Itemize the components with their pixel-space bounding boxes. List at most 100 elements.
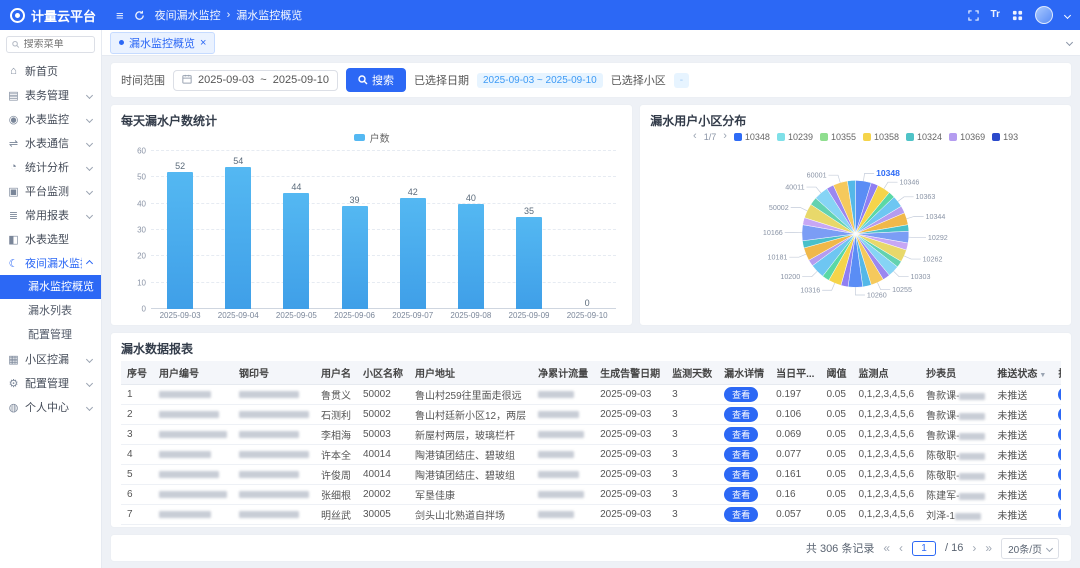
end-date-value[interactable]: 2025-09-10 bbox=[273, 74, 329, 86]
last-page-button[interactable]: » bbox=[985, 541, 992, 555]
bar-plot: 0102030405060525444394240350 bbox=[151, 151, 616, 309]
x-axis-label: 2025-09-05 bbox=[267, 311, 325, 320]
table-scroll-area[interactable]: 序号用户编号钢印号用户名小区名称用户地址净累计流量生成告警日期监测天数漏水详情当… bbox=[121, 361, 1061, 527]
table-row: 5许俊周40014陶港镇团结庄、碧玻组2025-09-033查看0.1610.0… bbox=[121, 465, 1061, 485]
legend-item-10324[interactable]: 10324 bbox=[906, 132, 942, 142]
sidebar-item-6[interactable]: ≣常用报表 bbox=[0, 203, 101, 227]
legend-prev-icon[interactable]: ‹ bbox=[693, 131, 697, 142]
view-detail-button[interactable]: 查看 bbox=[724, 387, 758, 402]
sidebar-item-10[interactable]: ⚙配置管理 bbox=[0, 371, 101, 395]
view-detail-button[interactable]: 查看 bbox=[724, 467, 758, 482]
bar-2025-09-07[interactable]: 42 bbox=[384, 151, 442, 309]
next-page-button[interactable]: › bbox=[972, 541, 976, 555]
sidebar-item-11[interactable]: ◍个人中心 bbox=[0, 395, 101, 419]
view-detail-button[interactable]: 查看 bbox=[724, 507, 758, 522]
pie-callout-label: 10166 bbox=[763, 229, 783, 237]
sidebar-item-7[interactable]: ◧水表选型 bbox=[0, 227, 101, 251]
filter-icon[interactable]: ▼ bbox=[1039, 372, 1046, 379]
date-range-picker[interactable]: 2025-09-03 ~ 2025-09-10 bbox=[173, 70, 338, 91]
redacted-text bbox=[538, 471, 579, 478]
legend-next-icon[interactable]: › bbox=[723, 131, 727, 142]
bar-2025-09-04[interactable]: 54 bbox=[209, 151, 267, 309]
page-size-select[interactable]: 20条/页 bbox=[1001, 538, 1059, 559]
legend-item-10369[interactable]: 10369 bbox=[949, 132, 985, 142]
bar-2025-09-05[interactable]: 44 bbox=[267, 151, 325, 309]
prev-page-button[interactable]: ‹ bbox=[899, 541, 903, 555]
redacted-text bbox=[959, 453, 985, 460]
legend-item-10358[interactable]: 10358 bbox=[863, 132, 899, 142]
sidebar-search-input[interactable] bbox=[24, 39, 89, 50]
sidebar-item-0[interactable]: ⌂新首页 bbox=[0, 59, 101, 83]
sidebar-item-5[interactable]: ▣平台监测 bbox=[0, 179, 101, 203]
view-detail-button[interactable]: 查看 bbox=[724, 447, 758, 462]
chevron-up-icon bbox=[86, 259, 93, 266]
selected-date-badge[interactable]: 2025-09-03 ~ 2025-09-10 bbox=[477, 73, 603, 88]
leak-report-table-panel: 漏水数据报表 序号用户编号钢印号用户名小区名称用户地址净累计流量生成告警日期监测… bbox=[110, 332, 1072, 528]
legend-item-10239[interactable]: 10239 bbox=[777, 132, 813, 142]
selected-community-badge[interactable]: - bbox=[674, 73, 689, 88]
sidebar-item-4[interactable]: ◔统计分析 bbox=[0, 155, 101, 179]
sidebar-item-2[interactable]: ◉水表监控 bbox=[0, 107, 101, 131]
sidebar-subitem-0[interactable]: 漏水监控概览 bbox=[0, 275, 101, 299]
bar-2025-09-10[interactable]: 0 bbox=[558, 151, 616, 309]
bar-chart-legend[interactable]: 户数 bbox=[121, 130, 622, 145]
view-detail-button[interactable]: 查看 bbox=[724, 487, 758, 502]
pie-callout-label: 60001 bbox=[807, 172, 827, 180]
search-button[interactable]: 搜索 bbox=[346, 68, 406, 92]
first-page-button[interactable]: « bbox=[883, 541, 890, 555]
view-detail-button[interactable]: 查看 bbox=[724, 427, 758, 442]
daily-water-curve-button[interactable]: 日用水曲线 bbox=[1058, 487, 1061, 502]
settings-icon: ⚙ bbox=[7, 377, 20, 390]
bar-2025-09-06[interactable]: 39 bbox=[325, 151, 383, 309]
bar-x-axis-labels: 2025-09-032025-09-042025-09-052025-09-06… bbox=[151, 311, 616, 320]
table-row: 2石测利50002鲁山村廷新小区12，两层2025-09-033查看0.1060… bbox=[121, 405, 1061, 425]
redacted-text bbox=[959, 413, 985, 420]
column-header-4: 小区名称 bbox=[357, 361, 409, 385]
avatar[interactable] bbox=[1035, 6, 1053, 24]
daily-water-curve-button[interactable]: 日用水曲线 bbox=[1058, 467, 1061, 482]
apps-grid-icon[interactable] bbox=[1012, 10, 1023, 21]
tab-close-icon[interactable]: × bbox=[200, 37, 206, 49]
daily-water-curve-button[interactable]: 日用水曲线 bbox=[1058, 447, 1061, 462]
tab-leak-overview[interactable]: 漏水监控概览 × bbox=[110, 32, 215, 54]
bar-2025-09-08[interactable]: 40 bbox=[442, 151, 500, 309]
fullscreen-icon[interactable] bbox=[968, 10, 979, 21]
column-header-2: 钢印号 bbox=[233, 361, 315, 385]
column-header-6: 净累计流量 bbox=[532, 361, 594, 385]
charts-row: 每天漏水户数统计 户数 0102030405060525444394240350… bbox=[110, 104, 1072, 326]
legend-item-193[interactable]: 193 bbox=[992, 132, 1018, 142]
sidebar-item-8[interactable]: ☾夜间漏水监控 bbox=[0, 251, 101, 275]
chevron-down-icon bbox=[86, 355, 93, 362]
language-icon[interactable]: Tr bbox=[991, 10, 1000, 20]
breadcrumb-item-current[interactable]: 漏水监控概览 bbox=[236, 7, 302, 23]
statistics-icon: ◔ bbox=[7, 161, 20, 173]
view-detail-button[interactable]: 查看 bbox=[724, 407, 758, 422]
daily-water-curve-button[interactable]: 日用水曲线 bbox=[1058, 407, 1061, 422]
sidebar-subitem-2[interactable]: 配置管理 bbox=[0, 323, 101, 347]
pie-chart: 1034810346103631034410292102621030310255… bbox=[650, 142, 1061, 320]
legend-item-10355[interactable]: 10355 bbox=[820, 132, 856, 142]
redacted-text bbox=[239, 491, 309, 498]
hamburger-menu-icon[interactable]: ≡ bbox=[116, 9, 124, 22]
sidebar-item-3[interactable]: ⇌水表通信 bbox=[0, 131, 101, 155]
redacted-text bbox=[538, 511, 574, 518]
breadcrumb-item-parent[interactable]: 夜间漏水监控 bbox=[155, 7, 221, 23]
sidebar-search-box[interactable] bbox=[6, 36, 95, 53]
refresh-icon[interactable] bbox=[134, 10, 145, 21]
redacted-text bbox=[538, 491, 584, 498]
sidebar-item-9[interactable]: ▦小区控漏 bbox=[0, 347, 101, 371]
bar-2025-09-09[interactable]: 35 bbox=[500, 151, 558, 309]
daily-water-curve-button[interactable]: 日用水曲线 bbox=[1058, 507, 1061, 522]
start-date-value[interactable]: 2025-09-03 bbox=[198, 74, 254, 86]
table-title: 漏水数据报表 bbox=[121, 340, 1061, 357]
chevron-down-icon[interactable] bbox=[1064, 11, 1071, 18]
legend-item-10348[interactable]: 10348 bbox=[734, 132, 770, 142]
sidebar-subitem-1[interactable]: 漏水列表 bbox=[0, 299, 101, 323]
bar-2025-09-03[interactable]: 52 bbox=[151, 151, 209, 309]
sidebar-item-1[interactable]: ▤表务管理 bbox=[0, 83, 101, 107]
tabbar-collapse-icon[interactable] bbox=[1066, 39, 1073, 46]
current-page-input[interactable]: 1 bbox=[912, 541, 936, 556]
column-header-10: 当日平... bbox=[770, 361, 820, 385]
daily-water-curve-button[interactable]: 日用水曲线 bbox=[1058, 387, 1061, 402]
daily-water-curve-button[interactable]: 日用水曲线 bbox=[1058, 427, 1061, 442]
